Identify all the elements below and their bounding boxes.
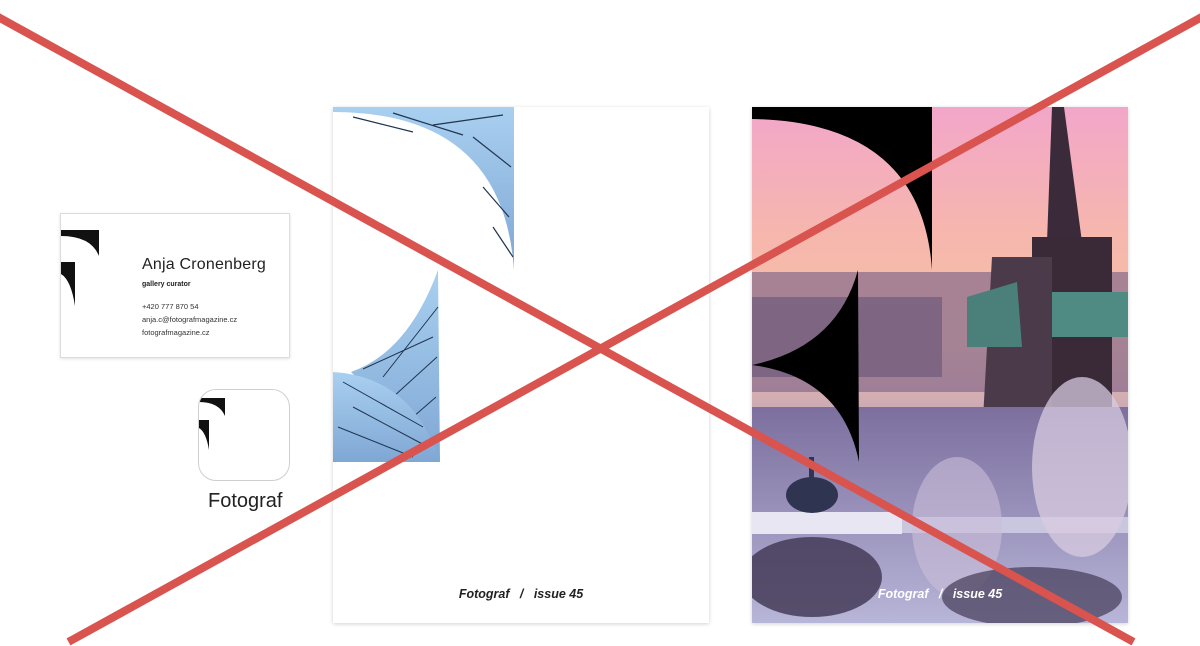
fotograf-logo-icon: [199, 398, 225, 450]
fotograf-logo-icon: [61, 230, 99, 306]
magazine-issue: issue 45: [533, 587, 584, 601]
app-icon[interactable]: [198, 389, 290, 481]
magazine-brand: Fotograf: [877, 587, 929, 601]
magazine-separator: /: [519, 587, 524, 601]
magazine-brand: Fotograf: [458, 587, 510, 601]
app-name: Fotograf: [208, 490, 283, 512]
magazine-separator: /: [938, 587, 943, 601]
card-email: anja.c@fotografmagazine.cz: [142, 315, 238, 324]
card-role: gallery curator: [142, 281, 191, 288]
magazine-cover-white: Fotograf / issue 45: [333, 107, 709, 623]
magazine-footer: Fotograf / issue 45: [752, 587, 1128, 601]
business-card: Anja Cronenberg gallery curator +420 777…: [60, 213, 290, 358]
magazine-cover-photo: Fotograf / issue 45: [752, 107, 1128, 623]
magazine-footer: Fotograf / issue 45: [333, 587, 709, 601]
card-website: fotografmagazine.cz: [142, 328, 210, 337]
card-phone: +420 777 870 54: [142, 302, 199, 311]
ice-branches-artwork: [333, 107, 514, 462]
card-name: Anja Cronenberg: [142, 256, 266, 273]
city-cathedral-photo: [752, 107, 1128, 623]
magazine-issue: issue 45: [952, 587, 1003, 601]
